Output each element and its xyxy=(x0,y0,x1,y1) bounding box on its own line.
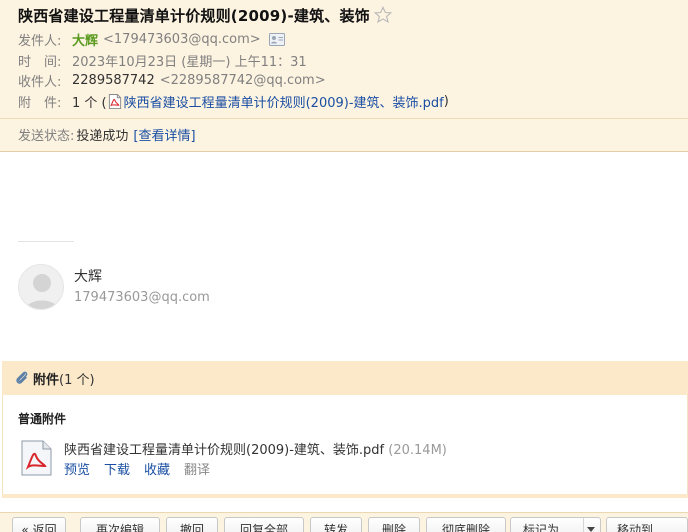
edit-again-button[interactable]: 再次编辑 xyxy=(80,517,160,532)
attachment-count: 1 个 ( xyxy=(72,95,107,111)
recipient-label: 收件人: xyxy=(18,74,62,90)
sender-label: 发件人: xyxy=(18,33,62,49)
back-button[interactable]: « 返回 xyxy=(12,517,66,532)
mark-as-label: 标记为... xyxy=(523,523,571,532)
pdf-document-icon[interactable] xyxy=(20,440,54,476)
status-value: 投递成功 xyxy=(76,128,129,144)
avatar[interactable] xyxy=(18,264,64,310)
subject-row: 陕西省建设工程量清单计价规则(2009)-建筑、装饰 xyxy=(18,5,392,25)
avatar-placeholder-icon xyxy=(25,274,59,309)
header-divider xyxy=(0,118,688,119)
attachment-file-row: 陕西省建设工程量清单计价规则(2009)-建筑、装饰.pdf (20.14M) xyxy=(64,439,447,458)
delete-permanent-button[interactable]: 彻底删除 xyxy=(426,517,506,532)
time-value: 2023年10月23日 (星期一) 上午11：31 xyxy=(72,54,307,70)
dropdown-separator xyxy=(583,518,584,532)
view-details-link[interactable]: [查看详情] xyxy=(133,125,195,144)
forward-button[interactable]: 转发 xyxy=(310,517,362,532)
preview-link[interactable]: 预览 xyxy=(64,459,90,478)
attachment-close: ) xyxy=(443,93,449,109)
recipient-name[interactable]: 2289587742 xyxy=(72,73,155,88)
attachments-count: (1 个) xyxy=(59,372,95,388)
mail-subject: 陕西省建设工程量清单计价规则(2009)-建筑、装饰 xyxy=(18,6,370,25)
attachment-label: 附 件: xyxy=(18,95,62,111)
normal-attachments-label: 普通附件 xyxy=(18,412,67,426)
recall-button[interactable]: 撤回 xyxy=(166,517,218,532)
signature-name: 大辉 xyxy=(74,269,102,285)
recipient-row: 收件人: 2289587742 <2289587742@qq.com> xyxy=(18,71,326,90)
sender-row: 发件人: 大辉 <179473603@qq.com> xyxy=(18,30,285,49)
move-to-dropdown[interactable]: 移动到... xyxy=(606,517,688,532)
paperclip-icon xyxy=(16,371,28,384)
contact-card-icon[interactable] xyxy=(268,32,285,46)
time-label: 时 间: xyxy=(18,54,62,70)
sender-name[interactable]: 大辉 xyxy=(72,30,98,49)
attachment-file-size: (20.14M) xyxy=(388,443,447,458)
status-label: 发送状态: xyxy=(18,128,75,144)
time-row: 时 间: 2023年10月23日 (星期一) 上午11：31 xyxy=(18,51,307,70)
recipient-email: <2289587742@qq.com> xyxy=(159,72,326,88)
mark-as-dropdown[interactable]: 标记为... xyxy=(510,517,601,532)
sender-email: <179473603@qq.com> xyxy=(103,31,261,47)
delete-button[interactable]: 删除 xyxy=(368,517,420,532)
favorite-link[interactable]: 收藏 xyxy=(144,459,170,478)
header-bottom-border xyxy=(0,151,688,152)
attachments-panel-bottom xyxy=(2,494,688,498)
attachment-row: 附 件: 1 个 ( 陕西省建设工程量清单计价规则(2009)-建筑、装饰.pd… xyxy=(18,92,449,111)
signature-email: 179473603@qq.com xyxy=(74,290,210,305)
pdf-file-icon xyxy=(108,93,121,109)
star-icon[interactable] xyxy=(373,6,392,24)
translate-link[interactable]: 翻译 xyxy=(184,459,210,478)
attachment-actions: 预览 下载 收藏 翻译 xyxy=(64,459,224,478)
attachments-title: 附件 xyxy=(33,372,60,388)
attachment-link[interactable]: 陕西省建设工程量清单计价规则(2009)-建筑、装饰.pdf xyxy=(124,92,444,111)
reply-all-button[interactable]: 回复全部 xyxy=(224,517,304,532)
attachments-header: 附件 (1 个) xyxy=(2,361,688,395)
move-to-label: 移动到... xyxy=(617,523,665,532)
download-link[interactable]: 下载 xyxy=(104,459,130,478)
signature-divider xyxy=(18,241,74,242)
send-status-row: 发送状态: 投递成功 [查看详情] xyxy=(18,124,196,144)
attachment-file-name[interactable]: 陕西省建设工程量清单计价规则(2009)-建筑、装饰.pdf xyxy=(64,443,384,458)
chevron-down-icon xyxy=(587,527,595,532)
